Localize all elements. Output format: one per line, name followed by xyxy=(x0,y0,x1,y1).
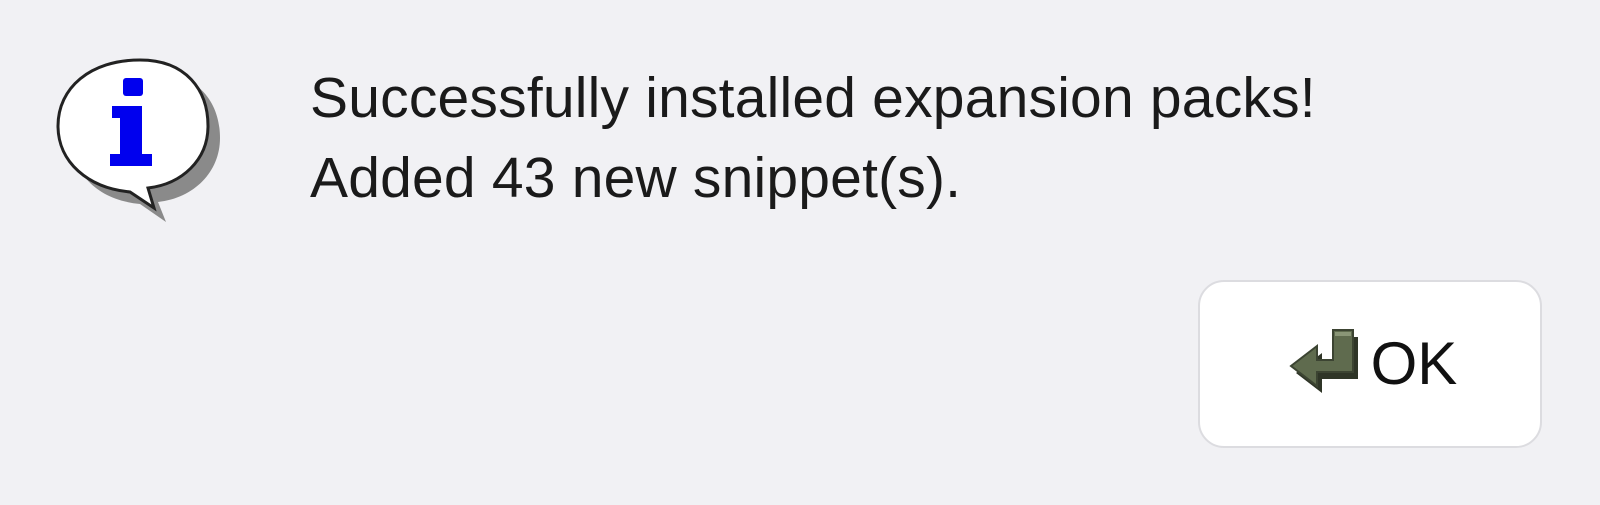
message-line-1: Successfully installed expansion packs! xyxy=(310,66,1316,130)
enter-arrow-icon xyxy=(1289,329,1358,393)
message-dialog: Successfully installed expansion packs! … xyxy=(0,0,1600,505)
dialog-message: Successfully installed expansion packs! … xyxy=(310,58,1580,218)
info-balloon-icon xyxy=(56,58,220,222)
ok-button[interactable]: OK xyxy=(1198,280,1542,448)
message-line-2: Added 43 new snippet(s). xyxy=(310,146,962,210)
ok-button-label: OK xyxy=(1370,330,1458,397)
ok-button-content: OK xyxy=(1283,322,1458,406)
